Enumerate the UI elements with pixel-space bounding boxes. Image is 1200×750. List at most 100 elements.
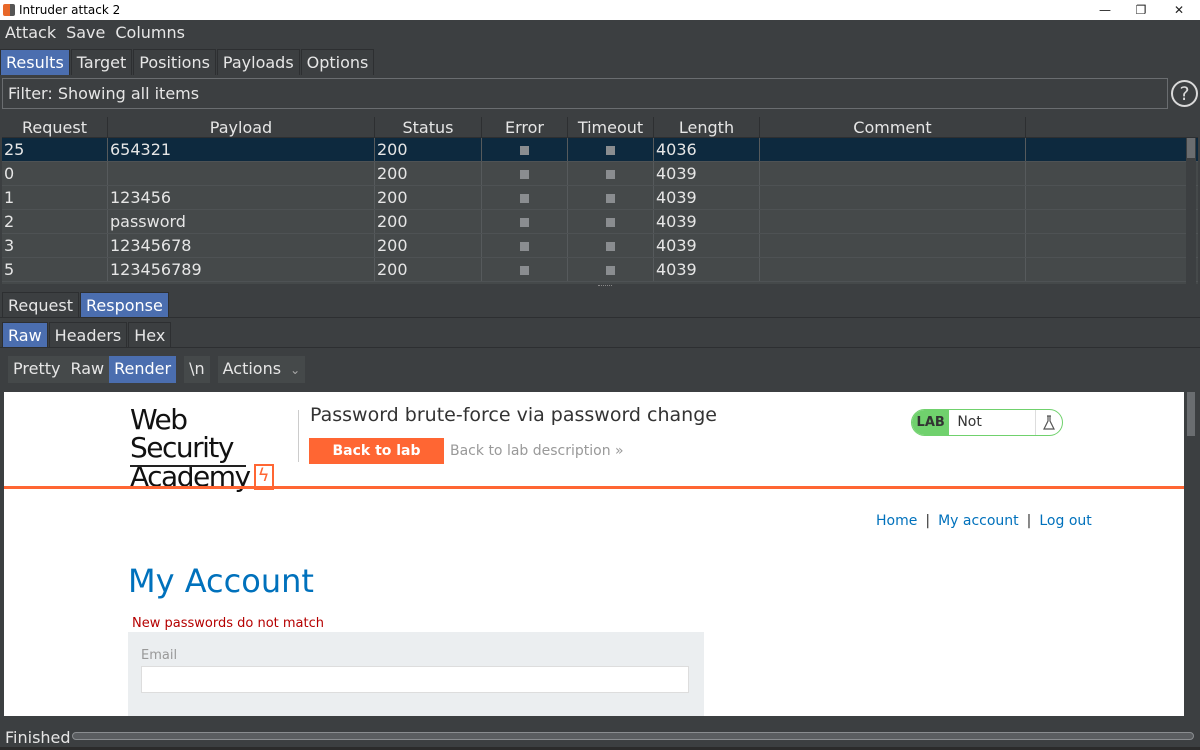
cell-status: 200	[375, 234, 482, 257]
tab-request[interactable]: Request	[2, 292, 79, 318]
cell-error	[482, 258, 568, 281]
tab-headers[interactable]: Headers	[48, 322, 128, 348]
burp-app-icon	[3, 4, 15, 16]
column-header-request[interactable]: Request	[2, 117, 108, 137]
header-rule	[4, 486, 1184, 489]
raw-button[interactable]: Raw	[65, 356, 110, 383]
divider-grip-icon[interactable]	[598, 285, 612, 288]
cell-error	[482, 138, 568, 161]
account-form: Email	[128, 632, 704, 716]
column-header-comment[interactable]: Comment	[760, 117, 1026, 137]
tab-results[interactable]: Results	[0, 49, 70, 75]
table-row[interactable]: 3 12345678 200 4039	[2, 234, 1198, 258]
cell-comment[interactable]	[760, 138, 1026, 161]
minimize-button[interactable]: —	[1086, 0, 1124, 20]
table-row[interactable]: 0 200 4039	[2, 162, 1198, 186]
page-title: My Account	[128, 562, 314, 600]
tab-positions[interactable]: Positions	[133, 49, 216, 75]
view-tabs: Raw Headers Hex	[2, 322, 172, 348]
chevron-down-icon: ⌄	[290, 363, 301, 377]
lab-status-badge: LAB Not solved	[911, 409, 1063, 436]
cell-timeout	[568, 258, 654, 281]
timeout-checkbox-icon	[606, 218, 615, 227]
table-scrollbar[interactable]	[1186, 138, 1196, 284]
menu-attack[interactable]: Attack	[0, 23, 61, 42]
cell-error	[482, 186, 568, 209]
nav-separator: |	[925, 513, 931, 529]
cell-comment[interactable]	[760, 258, 1026, 281]
cell-length: 4036	[654, 138, 760, 161]
cell-length: 4039	[654, 258, 760, 281]
restore-button[interactable]: ❐	[1122, 0, 1160, 20]
cell-payload: password	[108, 210, 375, 233]
status-text: Finished	[5, 728, 71, 747]
message-toolbar: Pretty Raw Render \n Actions ⌄	[8, 356, 306, 383]
table-row[interactable]: 1 123456 200 4039	[2, 186, 1198, 210]
logo-underline	[130, 465, 246, 467]
error-checkbox-icon	[520, 170, 529, 179]
timeout-checkbox-icon	[606, 170, 615, 179]
table-scrollbar-thumb[interactable]	[1187, 138, 1195, 158]
main-tabs: Results Target Positions Payloads Option…	[0, 49, 375, 75]
menu-columns[interactable]: Columns	[110, 23, 190, 42]
tab-response[interactable]: Response	[80, 292, 169, 318]
cell-status: 200	[375, 210, 482, 233]
tab-raw[interactable]: Raw	[2, 322, 48, 348]
nav-logout-link[interactable]: Log out	[1039, 513, 1091, 529]
column-header-length[interactable]: Length	[654, 117, 760, 137]
cell-length: 4039	[654, 234, 760, 257]
column-header-error[interactable]: Error	[482, 117, 568, 137]
table-row[interactable]: 25 654321 200 4036	[2, 138, 1198, 162]
column-header-status[interactable]: Status	[375, 117, 482, 137]
cell-comment[interactable]	[760, 234, 1026, 257]
divider	[0, 347, 1200, 348]
render-scrollbar[interactable]	[1186, 392, 1196, 716]
cell-error	[482, 162, 568, 185]
help-icon[interactable]: ?	[1171, 80, 1198, 107]
cell-comment[interactable]	[760, 210, 1026, 233]
error-checkbox-icon	[520, 218, 529, 227]
cell-status: 200	[375, 162, 482, 185]
tab-target[interactable]: Target	[70, 49, 133, 75]
cell-error	[482, 234, 568, 257]
back-to-lab-home-button[interactable]: Back to lab home	[309, 438, 444, 485]
newline-toggle-button[interactable]: \n	[184, 356, 210, 383]
tab-options[interactable]: Options	[300, 49, 375, 75]
window-titlebar: Intruder attack 2 — ❐ ✕	[0, 0, 1200, 20]
cell-comment[interactable]	[760, 162, 1026, 185]
cell-comment[interactable]	[760, 186, 1026, 209]
lab-status-text: Not solved	[949, 410, 1036, 435]
nav-my-account-link[interactable]: My account	[938, 513, 1019, 529]
tab-payloads[interactable]: Payloads	[216, 49, 300, 75]
email-label: Email	[141, 648, 178, 663]
back-to-lab-description-link[interactable]: Back to lab description »	[450, 443, 624, 459]
table-row[interactable]: 2 password 200 4039	[2, 210, 1198, 234]
actions-dropdown[interactable]: Actions ⌄	[217, 356, 306, 383]
cell-request: 0	[2, 162, 108, 185]
menu-save[interactable]: Save	[61, 23, 110, 42]
render-button[interactable]: Render	[109, 356, 177, 383]
email-field[interactable]	[141, 666, 689, 693]
cell-length: 4039	[654, 162, 760, 185]
menu-bar: Attack Save Columns	[0, 20, 1200, 45]
render-scrollbar-thumb[interactable]	[1187, 392, 1195, 436]
nav-home-link[interactable]: Home	[876, 513, 917, 529]
error-checkbox-icon	[520, 266, 529, 275]
pretty-button[interactable]: Pretty	[8, 356, 66, 383]
column-header-timeout[interactable]: Timeout	[568, 117, 654, 137]
rendered-response: Web Security Academy ϟ Password brute-fo…	[4, 392, 1184, 716]
error-checkbox-icon	[520, 194, 529, 203]
attack-progress-bar	[72, 732, 1194, 740]
cell-status: 200	[375, 258, 482, 281]
account-nav: Home | My account | Log out	[876, 513, 1092, 529]
cell-length: 4039	[654, 186, 760, 209]
filter-bar[interactable]: Filter: Showing all items	[2, 78, 1168, 109]
split-pane-divider[interactable]	[0, 284, 1200, 290]
cell-request: 3	[2, 234, 108, 257]
close-button[interactable]: ✕	[1160, 0, 1198, 20]
cell-request: 2	[2, 210, 108, 233]
nav-separator: |	[1026, 513, 1032, 529]
table-row[interactable]: 5 123456789 200 4039	[2, 258, 1198, 282]
column-header-payload[interactable]: Payload	[108, 117, 375, 137]
tab-hex[interactable]: Hex	[128, 322, 172, 348]
